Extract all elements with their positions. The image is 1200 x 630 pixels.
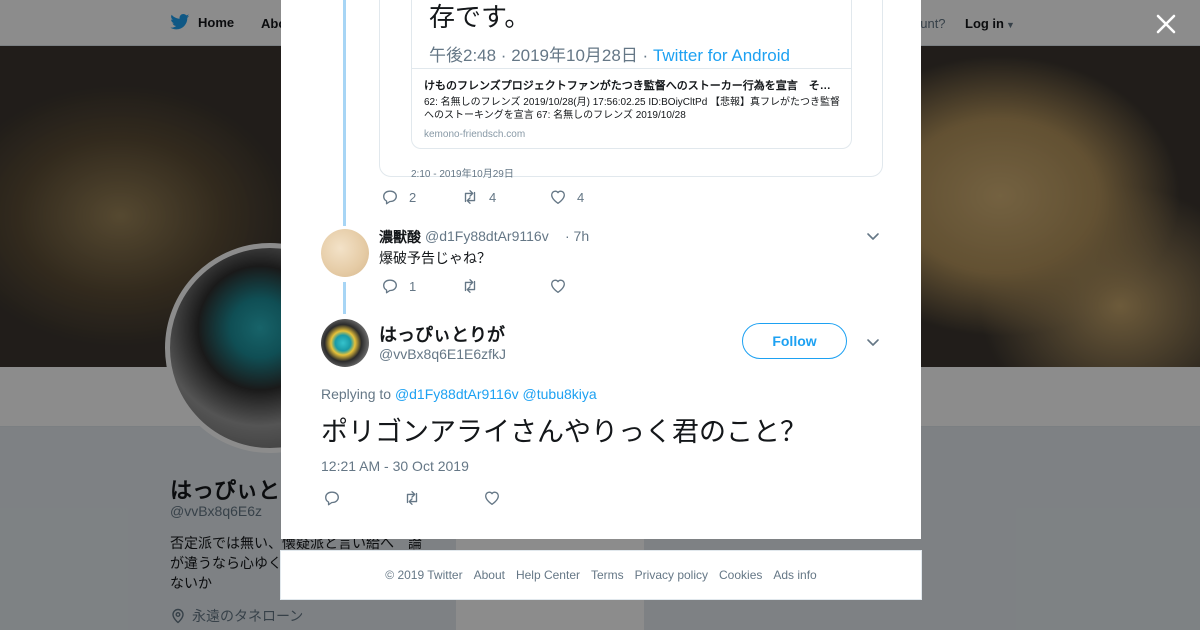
main-tweet-date[interactable]: 12:21 AM - 30 Oct 2019 <box>321 458 469 474</box>
screenshot-link-card: けものフレンズプロジェクトファンがたつき監督へのストーカー行為を宣言 そ… 62… <box>412 68 851 148</box>
reply-icon <box>383 190 397 205</box>
like-button[interactable] <box>549 277 567 295</box>
main-author-avatar[interactable] <box>321 319 369 367</box>
reply-button[interactable]: 2 <box>381 188 461 206</box>
reply-icon <box>383 279 397 294</box>
like-button[interactable] <box>483 489 501 507</box>
chevron-down-icon[interactable] <box>866 335 880 349</box>
reply-tweet-text: 爆破予告じゃね？ <box>379 250 491 266</box>
main-tweet-actions <box>323 489 501 507</box>
close-icon[interactable] <box>1152 10 1180 38</box>
mention-link[interactable]: @d1Fy88dtAr9116v <box>395 386 519 402</box>
modal-footer: © 2019 Twitter About Help Center Terms P… <box>280 550 922 600</box>
reply-author-avatar[interactable] <box>321 229 369 277</box>
footer-copyright: © 2019 Twitter <box>385 568 463 582</box>
follow-button[interactable]: Follow <box>742 323 847 359</box>
retweet-button[interactable]: 4 <box>461 188 549 206</box>
retweet-count: 4 <box>489 189 497 205</box>
heart-icon <box>551 279 565 293</box>
footer-link-terms[interactable]: Terms <box>591 568 624 582</box>
footer-link-about[interactable]: About <box>474 568 505 582</box>
heart-icon <box>485 491 499 505</box>
quoted-tweet-actions: 2 4 4 <box>381 188 584 206</box>
reply-count: 1 <box>409 278 417 294</box>
tweet-screenshot-image[interactable]: 存です。 午後2:48 · 2019年10月28日 · Twitter for … <box>411 0 852 149</box>
footer-link-cookies[interactable]: Cookies <box>719 568 762 582</box>
link-card-domain: kemono-friendsch.com <box>424 129 526 140</box>
retweet-button[interactable] <box>461 277 549 295</box>
replying-to-label: Replying to <box>321 386 395 402</box>
quoted-tweet-card[interactable]: 存です。 午後2:48 · 2019年10月28日 · Twitter for … <box>379 0 883 180</box>
like-button[interactable]: 4 <box>549 188 584 206</box>
footer-link-privacy[interactable]: Privacy policy <box>635 568 708 582</box>
replying-to-line: Replying to @d1Fy88dtAr9116v @tubu8kiya <box>321 386 597 402</box>
heart-icon <box>551 190 565 204</box>
main-author-name[interactable]: はっぴぃとりが <box>379 321 505 347</box>
retweet-icon <box>464 190 476 204</box>
retweet-icon <box>464 279 476 293</box>
screenshot-client: Twitter for Android <box>652 46 790 65</box>
screenshot-time: 午後2:48 · 2019年10月28日 · <box>429 46 653 65</box>
tweet-permalink-modal: 存です。 午後2:48 · 2019年10月28日 · Twitter for … <box>281 0 921 539</box>
screenshot-tweet-text: 存です。 <box>429 2 531 32</box>
reply-author-name[interactable]: 濃獸酸 <box>379 227 421 247</box>
reply-count: 2 <box>409 189 417 205</box>
thread-connector <box>343 0 346 226</box>
footer-link-ads-info[interactable]: Ads info <box>773 568 816 582</box>
reply-icon <box>325 491 339 506</box>
mention-link[interactable]: @tubu8kiya <box>523 386 597 402</box>
chevron-down-icon[interactable] <box>866 229 880 243</box>
screenshot-meta: 午後2:48 · 2019年10月28日 · Twitter for Andro… <box>429 41 790 66</box>
like-count: 4 <box>577 189 585 205</box>
link-card-title: けものフレンズプロジェクトファンがたつき監督へのストーカー行為を宣言 そ… <box>424 80 831 92</box>
footer-link-help-center[interactable]: Help Center <box>516 568 580 582</box>
retweet-icon <box>406 491 418 505</box>
reply-author-handle[interactable]: @d1Fy88dtAr9116v <box>425 228 549 244</box>
reply-tweet-actions: 1 <box>381 277 567 295</box>
quoted-tweet-date: 2:10 - 2019年10月29日 <box>411 169 514 180</box>
retweet-button[interactable] <box>403 489 483 507</box>
thread-connector <box>343 282 346 314</box>
main-author-handle[interactable]: @vvBx8q6E1E6zfkJ <box>379 346 506 362</box>
main-tweet-text: ポリゴンアライさんやりっく君のこと？ <box>321 417 807 447</box>
reply-button[interactable] <box>323 489 403 507</box>
link-card-description: 62: 名無しのフレンズ 2019/10/28(月) 17:56:02.25 I… <box>424 97 841 121</box>
reply-button[interactable]: 1 <box>381 277 461 295</box>
reply-timestamp[interactable]: · 7h <box>565 228 589 244</box>
